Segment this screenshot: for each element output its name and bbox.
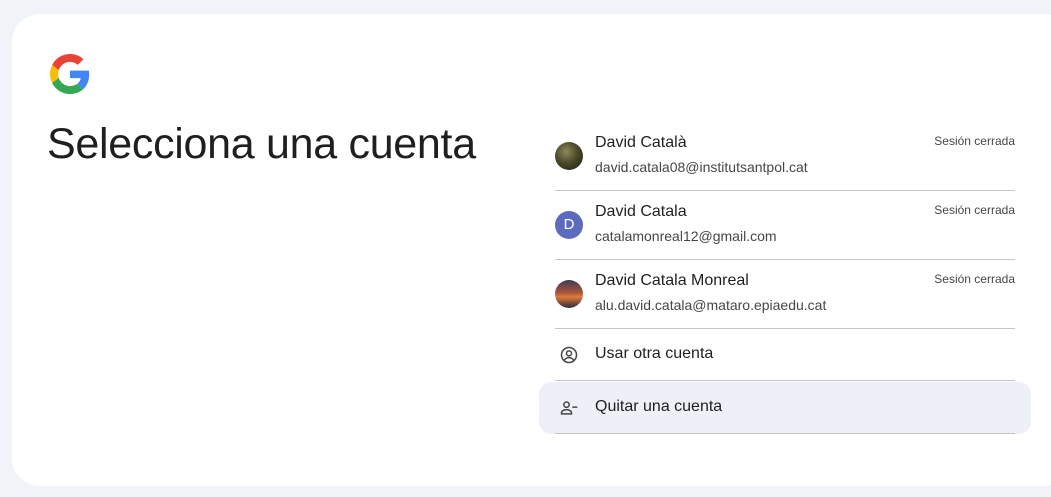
page-title: Selecciona una cuenta [47, 120, 476, 168]
account-item[interactable]: David Català david.catala08@institutsant… [555, 122, 1015, 191]
account-email: david.catala08@institutsantpol.cat [595, 159, 808, 175]
remove-account-button[interactable]: Quitar una cuenta [539, 382, 1031, 434]
account-name: David Catala [595, 203, 687, 220]
account-circle-icon [560, 346, 578, 364]
account-item[interactable]: D David Catala catalamonreal12@gmail.com… [555, 191, 1015, 260]
account-item[interactable]: David Catala Monreal alu.david.catala@ma… [555, 260, 1015, 329]
person-remove-icon [560, 401, 578, 415]
remove-account-label: Quitar una cuenta [595, 398, 723, 415]
avatar: D [555, 211, 583, 239]
session-status: Sesión cerrada [934, 134, 1015, 148]
account-name: David Catala Monreal [595, 272, 749, 289]
session-status: Sesión cerrada [934, 203, 1015, 217]
divider [555, 380, 1015, 381]
account-email: alu.david.catala@mataro.epiaedu.cat [595, 297, 827, 313]
use-other-account-label: Usar otra cuenta [595, 345, 714, 362]
divider [555, 433, 1015, 434]
avatar [555, 142, 583, 170]
account-chooser-card: Selecciona una cuenta David Català david… [12, 14, 1051, 486]
account-name: David Català [595, 134, 687, 151]
avatar [555, 280, 583, 308]
account-email: catalamonreal12@gmail.com [595, 228, 777, 244]
use-other-account-button[interactable]: Usar otra cuenta [539, 329, 1031, 381]
session-status: Sesión cerrada [934, 272, 1015, 286]
account-list: David Català david.catala08@institutsant… [539, 122, 1031, 434]
google-logo-icon [50, 54, 90, 94]
